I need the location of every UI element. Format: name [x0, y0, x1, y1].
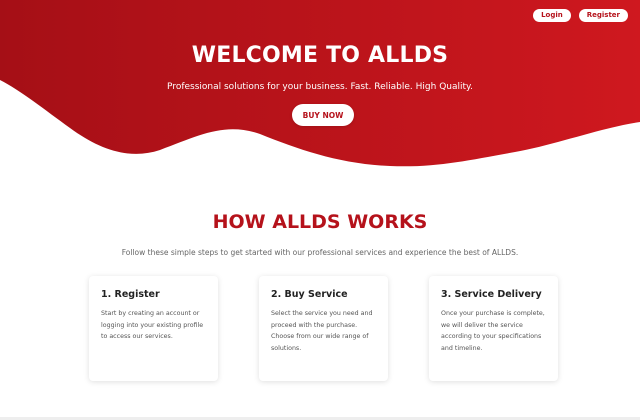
step-description: Select the service you need and proceed …	[271, 310, 373, 352]
hero-subtitle: Professional solutions for your business…	[167, 82, 473, 92]
step-title: 1. Register	[101, 289, 160, 300]
step-card-buy-service: 2. Buy Service Select the service you ne…	[259, 276, 388, 381]
step-card-register: 1. Register Start by creating an account…	[89, 276, 218, 381]
section-title: HOW ALLDS WORKS	[212, 211, 428, 233]
hero-title: WELCOME TO ALLDS	[191, 43, 449, 68]
step-title: 3. Service Delivery	[441, 289, 542, 300]
buy-now-button[interactable]: BUY NOW	[292, 104, 354, 126]
step-card-service-delivery: 3. Service Delivery Once your purchase i…	[429, 276, 558, 381]
step-description: Start by creating an account or logging …	[101, 310, 204, 340]
login-button[interactable]: Login	[533, 9, 571, 22]
auth-buttons: Login Register	[533, 9, 628, 22]
step-title: 2. Buy Service	[271, 289, 348, 300]
hero-banner: Login Register WELCOME TO ALLDS Professi…	[0, 0, 640, 175]
register-button[interactable]: Register	[578, 9, 628, 22]
step-description: Once your purchase is complete, we will …	[441, 310, 545, 352]
section-subtitle: Follow these simple steps to get started…	[121, 248, 519, 257]
